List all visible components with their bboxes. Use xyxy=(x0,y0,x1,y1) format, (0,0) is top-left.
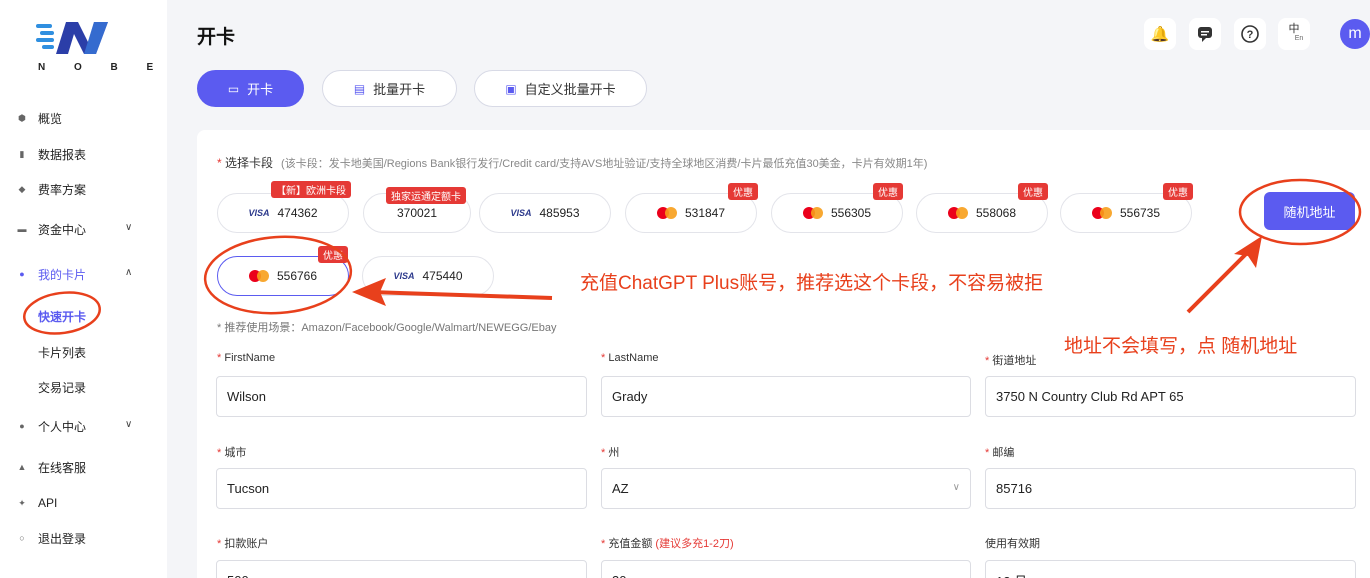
annotation-circle-menu xyxy=(23,291,101,335)
annotation-address-tip: 地址不会填写，点 随机地址 xyxy=(1064,336,1298,357)
annotation-circle-random xyxy=(1238,178,1362,246)
annotation-arrow-left xyxy=(369,290,553,300)
annotation-arrow-up xyxy=(1186,248,1252,314)
annotation-circle-card xyxy=(203,235,353,315)
annotation-card-tip: 充值ChatGPT Plus账号，推荐选这个卡段，不容易被拒 xyxy=(580,273,1044,294)
